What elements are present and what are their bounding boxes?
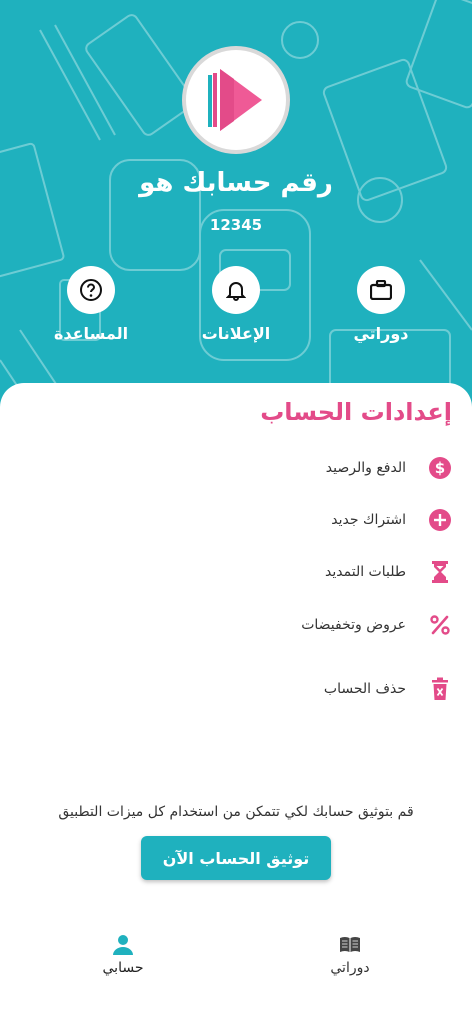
verify-account-button[interactable]: توثيق الحساب الآن (141, 836, 331, 880)
menu-new-subscription-label: اشتراك جديد (331, 512, 406, 528)
svg-text:$: $ (435, 459, 445, 477)
quick-announcements-label: الإعلانات (201, 324, 271, 343)
quick-my-courses-label: دوراتي (353, 324, 409, 343)
menu-offers-discounts[interactable]: عروض وتخفيضات (14, 608, 454, 642)
hourglass-icon (432, 561, 448, 583)
tab-my-courses-label: دوراتي (330, 960, 370, 976)
quick-help-label: المساعدة (53, 324, 129, 343)
profile-header: رقم حسابك هو 12345 دوراتي الإعلانات المس… (0, 0, 472, 420)
dollar-icon: $ (429, 457, 451, 479)
play-book-logo-icon (208, 69, 262, 131)
plus-icon (429, 509, 451, 531)
question-icon (80, 279, 102, 301)
tab-my-courses[interactable]: دوراتي (300, 932, 400, 976)
verify-account-note: قم بتوثيق حسابك لكي تتمكن من استخدام كل … (58, 804, 414, 820)
quick-help-button[interactable]: المساعدة (36, 266, 146, 343)
percent-icon (430, 615, 450, 635)
app-logo (182, 46, 290, 154)
menu-new-subscription[interactable]: اشتراك جديد (14, 503, 454, 537)
account-number-title: رقم حسابك هو (139, 168, 333, 198)
tab-my-account[interactable]: حسابي (73, 932, 173, 976)
user-icon (113, 935, 133, 955)
menu-payment-balance[interactable]: $ الدفع والرصيد (14, 451, 454, 485)
quick-my-courses-button[interactable]: دوراتي (326, 266, 436, 343)
menu-payment-balance-label: الدفع والرصيد (325, 460, 406, 476)
bell-icon (226, 282, 246, 301)
quick-announcements-button[interactable]: الإعلانات (181, 266, 291, 343)
menu-delete-account-label: حذف الحساب (323, 681, 406, 697)
menu-extension-requests[interactable]: طلبات التمديد (14, 555, 454, 589)
book-icon (340, 937, 360, 952)
menu-offers-discounts-label: عروض وتخفيضات (301, 617, 406, 633)
menu-delete-account[interactable]: حذف الحساب (14, 672, 454, 706)
account-number: 12345 (209, 216, 263, 234)
trash-icon (432, 677, 448, 700)
tab-my-account-label: حسابي (102, 960, 144, 976)
briefcase-icon (370, 280, 392, 300)
menu-extension-requests-label: طلبات التمديد (325, 564, 406, 580)
account-settings-title: إعدادات الحساب (260, 398, 452, 426)
